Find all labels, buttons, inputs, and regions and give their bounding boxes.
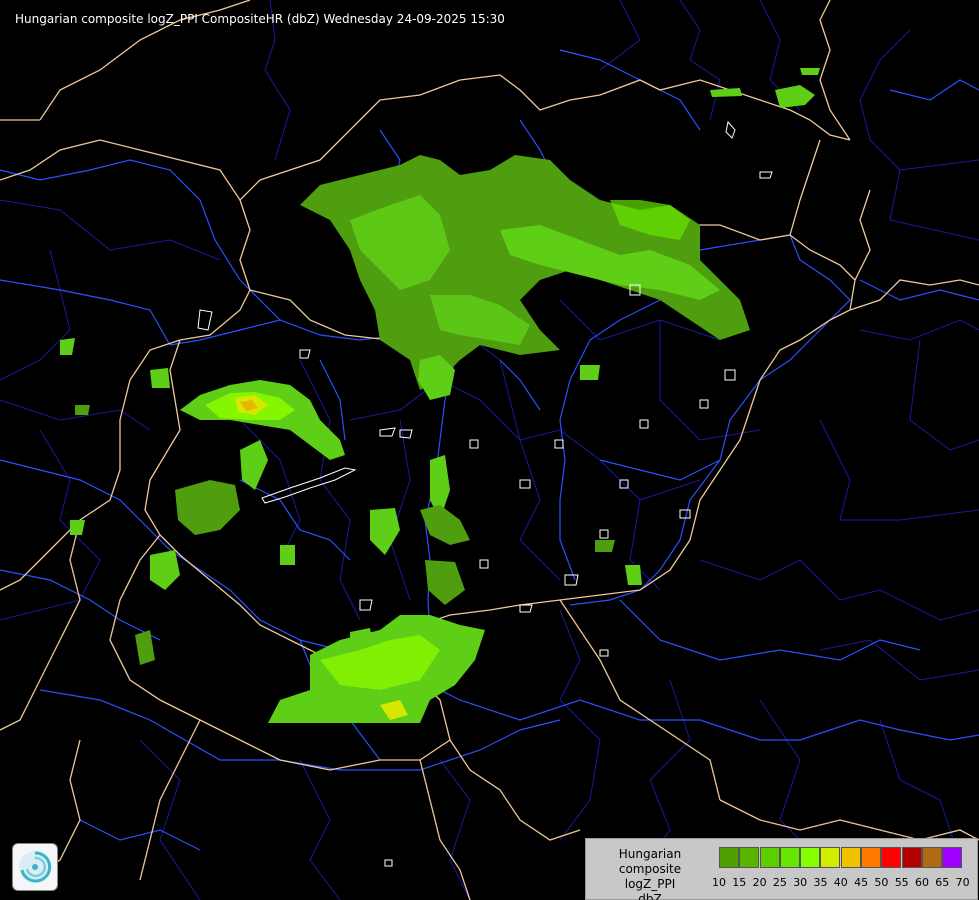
radar-map: Hungarian composite logZ_PPI CompositeHR…	[0, 0, 979, 900]
legend-swatch	[881, 847, 902, 868]
legend-swatch	[921, 847, 942, 868]
legend-title: Hungarian composite logZ_PPI dbZ	[586, 847, 714, 900]
legend-ticks: 10 15 20 25 30 35 40 45 50 55 60 65 70	[708, 876, 978, 890]
radar-basemap	[0, 0, 979, 900]
legend-swatch	[759, 847, 780, 868]
legend-tick-label: 35	[813, 876, 828, 889]
legend-tick-label: 15	[732, 876, 747, 889]
legend-swatch	[739, 847, 760, 868]
legend-title-line: dbZ	[638, 892, 662, 900]
dbz-legend: Hungarian composite logZ_PPI dbZ 10 15 20 2…	[585, 838, 978, 900]
map-title: Hungarian composite logZ_PPI CompositeHR…	[15, 12, 505, 26]
legend-tick-label: 10	[712, 876, 726, 889]
met-service-logo-icon	[12, 843, 58, 891]
legend-tick-label: 65	[935, 876, 950, 889]
legend-tick-label: 55	[894, 876, 909, 889]
legend-swatch	[800, 847, 821, 868]
legend-swatch	[820, 847, 841, 868]
legend-tick-label: 70	[955, 876, 970, 889]
legend-title-line: logZ_PPI	[624, 877, 676, 891]
legend-tick-label: 60	[915, 876, 929, 889]
country-borders	[0, 0, 979, 900]
legend-tick-label: 40	[833, 876, 848, 889]
legend-swatch	[942, 847, 963, 868]
legend-swatch	[840, 847, 861, 868]
legend-tick-label: 20	[752, 876, 767, 889]
legend-swatch	[861, 847, 882, 868]
legend-swatch	[779, 847, 800, 868]
legend-swatches	[719, 847, 963, 868]
legend-tick-label: 45	[854, 876, 869, 889]
legend-swatch	[719, 847, 739, 868]
legend-tick-label: 25	[772, 876, 787, 889]
legend-title-line: Hungarian composite	[618, 847, 682, 876]
legend-tick-label: 30	[793, 876, 808, 889]
legend-tick-label: 50	[874, 876, 889, 889]
legend-swatch	[901, 847, 922, 868]
swirl-icon	[19, 851, 52, 883]
